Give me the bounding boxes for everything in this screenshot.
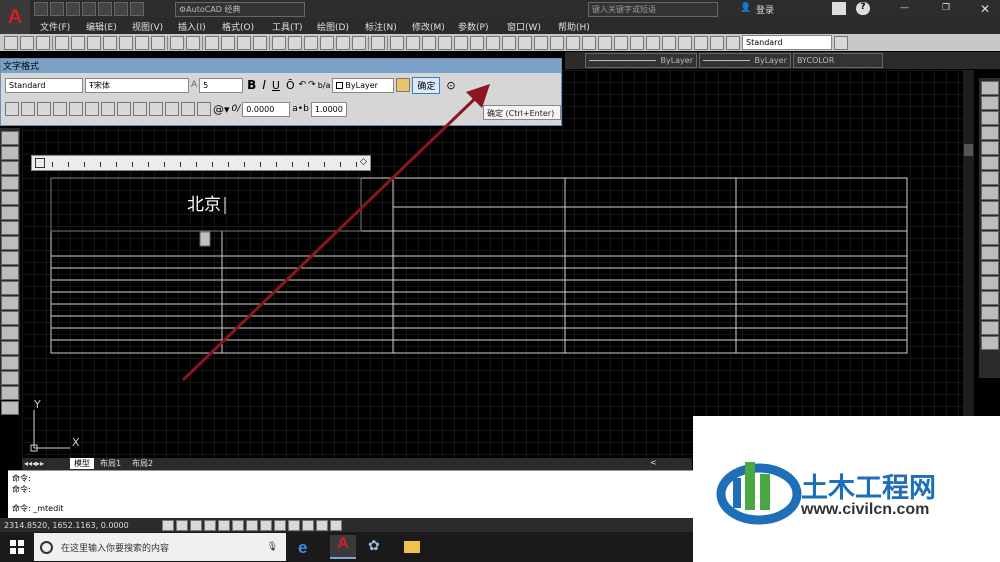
otrack-icon[interactable] <box>260 519 272 531</box>
windows-start-icon[interactable] <box>10 540 24 554</box>
taskbar-search-placeholder: 在这里输入你要搜索的内容 <box>61 543 170 554</box>
grid-icon[interactable] <box>190 519 202 531</box>
dyn-icon[interactable] <box>288 519 300 531</box>
tab-layout2[interactable]: 布局2 <box>132 458 153 469</box>
tab-layout1[interactable]: 布局1 <box>100 458 121 469</box>
tab-model[interactable]: 模型 <box>70 458 94 469</box>
taskbar-search[interactable]: 在这里输入你要搜索的内容 🎙 <box>34 533 286 561</box>
app-taskbar-icon[interactable]: ✿ <box>368 538 380 554</box>
lineweight-icon[interactable] <box>302 519 314 531</box>
command-history-line: 命令: <box>12 485 31 494</box>
coordinate-readout: 2314.8520, 1652.1163, 0.0000 <box>4 520 129 530</box>
command-history-line: 命令: <box>12 474 31 483</box>
command-window[interactable]: 命令: 命令: 命令: _mtedit <box>8 470 693 518</box>
command-line[interactable]: 命令: _mtedit <box>12 503 689 514</box>
civilcn-logo-icon <box>716 462 802 525</box>
infer-icon[interactable] <box>162 519 174 531</box>
snap-icon[interactable] <box>176 519 188 531</box>
autocad-taskbar-icon[interactable]: A <box>330 535 356 559</box>
ortho-icon[interactable] <box>204 519 216 531</box>
ducs-icon[interactable] <box>274 519 286 531</box>
arrow-shaft <box>181 84 490 382</box>
watermark-url: www.civilcn.com <box>801 501 930 518</box>
file-explorer-icon[interactable] <box>404 541 420 553</box>
quick-properties-icon[interactable] <box>330 519 342 531</box>
horizontal-scroll-left[interactable]: < <box>650 458 657 467</box>
transparency-icon[interactable] <box>316 519 328 531</box>
watermark-panel: 土木工程网 www.civilcn.com <box>693 416 1000 562</box>
osnap-icon[interactable] <box>232 519 244 531</box>
tab-nav-icon[interactable]: ◂◂◂▸▸ <box>24 459 44 468</box>
polar-icon[interactable] <box>218 519 230 531</box>
watermark-name: 土木工程网 <box>801 473 936 504</box>
3dosnap-icon[interactable] <box>246 519 258 531</box>
search-circle-icon <box>40 540 53 554</box>
edge-icon[interactable]: e <box>298 538 307 558</box>
layout-tabs-bar: ◂◂◂▸▸ 模型 布局1 布局2 < <box>22 458 692 470</box>
microphone-icon[interactable]: 🎙 <box>267 542 278 552</box>
